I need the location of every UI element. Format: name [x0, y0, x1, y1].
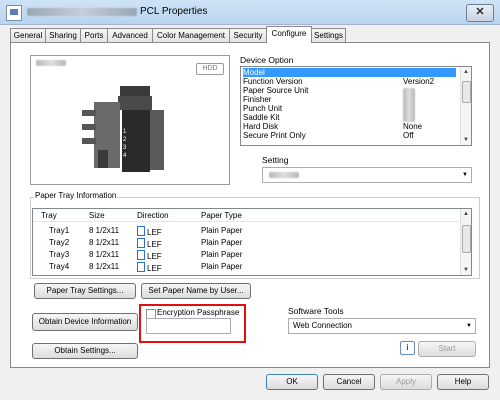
set-paper-name-button[interactable]: Set Paper Name by User...: [141, 283, 251, 299]
redacted-printer-name: [27, 8, 137, 16]
direction-cell: LEF: [137, 238, 162, 249]
direction-cell: LEF: [137, 226, 162, 237]
close-button[interactable]: ✕: [466, 4, 494, 22]
software-tools-label: Software Tools: [288, 306, 344, 316]
obtain-device-information-button[interactable]: Obtain Device Information: [32, 313, 138, 331]
redacted-option-values: [403, 88, 415, 122]
chevron-down-icon: ▼: [466, 323, 472, 329]
size-cell: 8 1/2x11: [89, 238, 120, 247]
ok-button[interactable]: OK: [266, 374, 318, 390]
col-direction[interactable]: Direction: [137, 211, 169, 220]
redacted-setting-value: [269, 172, 299, 178]
col-size[interactable]: Size: [89, 211, 105, 220]
device-option-item-finisher[interactable]: Finisher: [243, 95, 271, 104]
tab-security[interactable]: Security: [229, 28, 267, 42]
size-cell: 8 1/2x11: [89, 226, 120, 235]
device-option-item-paper-source-unit[interactable]: Paper Source Unit: [243, 86, 308, 95]
paper-orientation-icon: [137, 226, 145, 236]
device-option-scrollbar[interactable]: ▲ ▼: [460, 67, 471, 145]
scroll-thumb[interactable]: [462, 225, 471, 253]
paper-orientation-icon: [137, 238, 145, 248]
chevron-down-icon: ▼: [462, 172, 468, 178]
function-version-value: Version2: [403, 77, 435, 86]
info-icon[interactable]: i: [400, 341, 415, 355]
software-tools-value: Web Connection: [293, 321, 352, 330]
paper-tray-list[interactable]: Tray Size Direction Paper Type Tray1 8 1…: [32, 208, 472, 276]
direction-cell: LEF: [137, 250, 162, 261]
paper-type-cell: Plain Paper: [201, 250, 243, 259]
device-option-item-saddle-kit[interactable]: Saddle Kit: [243, 113, 279, 122]
printer-window-icon: [6, 5, 22, 21]
tab-ports[interactable]: Ports: [80, 28, 108, 42]
hard-disk-value: None: [403, 122, 423, 131]
device-option-item-model[interactable]: Model: [243, 68, 456, 77]
device-option-item-punch-unit[interactable]: Punch Unit: [243, 104, 282, 113]
col-paper-type[interactable]: Paper Type: [201, 211, 242, 220]
paper-orientation-icon: [137, 250, 145, 260]
window-title: PCL Properties: [140, 6, 208, 17]
setting-label: Setting: [262, 155, 289, 165]
paper-orientation-icon: [137, 262, 145, 272]
tab-configure[interactable]: Configure: [266, 26, 312, 43]
tray-cell: Tray3: [49, 250, 70, 259]
scroll-up-icon[interactable]: ▲: [461, 209, 471, 219]
apply-button[interactable]: Apply: [380, 374, 432, 390]
direction-cell: LEF: [137, 262, 162, 273]
secure-print-only-value: Off: [403, 131, 414, 140]
size-cell: 8 1/2x11: [89, 262, 120, 271]
header-divider: [33, 221, 459, 222]
device-option-item-secure-print-only[interactable]: Secure Print Only: [243, 131, 306, 140]
scroll-up-icon[interactable]: ▲: [461, 67, 471, 77]
paper-type-cell: Plain Paper: [201, 226, 243, 235]
col-tray[interactable]: Tray: [41, 211, 57, 220]
tab-sharing[interactable]: Sharing: [45, 28, 81, 42]
device-option-label: Device Option: [240, 55, 294, 65]
hdd-indicator: HDD: [196, 63, 224, 75]
tab-color-management[interactable]: Color Management: [152, 28, 230, 42]
scroll-down-icon[interactable]: ▼: [461, 135, 471, 145]
paper-type-cell: Plain Paper: [201, 238, 243, 247]
tray-cell: Tray4: [49, 262, 70, 271]
encryption-passphrase-label: Encryption Passphrase: [157, 308, 240, 317]
tray-number-labels: 1 2 3 4: [123, 129, 127, 159]
device-option-item-function-version[interactable]: Function Version: [243, 77, 303, 86]
tray-cell: Tray2: [49, 238, 70, 247]
scroll-thumb[interactable]: [462, 81, 471, 103]
device-option-item-hard-disk[interactable]: Hard Disk: [243, 122, 278, 131]
scroll-down-icon[interactable]: ▼: [461, 265, 471, 275]
paper-tray-label: Paper Tray Information: [34, 191, 118, 200]
tray-cell: Tray1: [49, 226, 70, 235]
size-cell: 8 1/2x11: [89, 250, 120, 259]
tab-advanced[interactable]: Advanced: [107, 28, 153, 42]
encryption-passphrase-input[interactable]: [146, 318, 231, 334]
help-button[interactable]: Help: [437, 374, 489, 390]
paper-tray-scrollbar[interactable]: ▲ ▼: [460, 209, 471, 275]
software-tools-dropdown[interactable]: Web Connection ▼: [288, 318, 476, 334]
start-button[interactable]: Start: [418, 341, 476, 357]
device-option-list[interactable]: Model Function Version Version2 Paper So…: [240, 66, 472, 146]
tab-settings[interactable]: Settings: [311, 28, 346, 42]
cancel-button[interactable]: Cancel: [323, 374, 375, 390]
obtain-settings-button[interactable]: Obtain Settings...: [32, 343, 138, 359]
paper-type-cell: Plain Paper: [201, 262, 243, 271]
redacted-model-name: [36, 60, 66, 66]
tab-general[interactable]: General: [10, 28, 46, 42]
setting-dropdown[interactable]: ▼: [262, 167, 472, 183]
paper-tray-settings-button[interactable]: Paper Tray Settings...: [34, 283, 136, 299]
